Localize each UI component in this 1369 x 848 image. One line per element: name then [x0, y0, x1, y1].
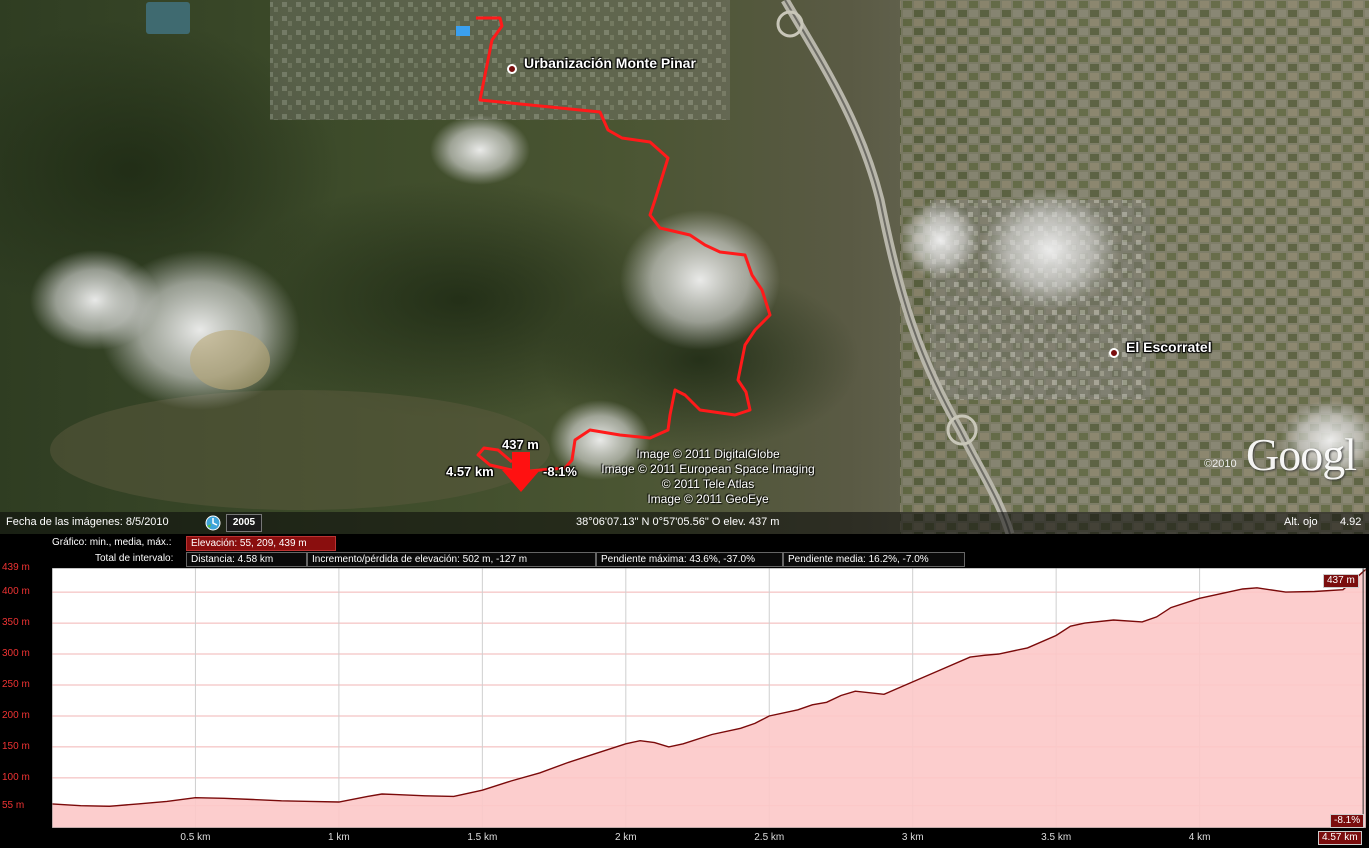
- interval-max-slope: Pendiente máxima: 43.6%, -37.0%: [596, 552, 783, 567]
- elevation-stats: Elevación: 55, 209, 439 m: [186, 536, 336, 551]
- place-pin-icon[interactable]: [507, 64, 517, 74]
- google-logo: Googl: [1246, 429, 1357, 480]
- attribution-line: Image © 2011 GeoEye: [647, 492, 769, 506]
- marker-distance: 4.57 km: [446, 464, 494, 479]
- elevation-chart[interactable]: [51, 567, 1367, 829]
- place-label[interactable]: Urbanización Monte Pinar: [524, 55, 696, 71]
- x-tick-label: 2.5 km: [754, 832, 785, 843]
- x-tick-label: 3 km: [901, 832, 924, 843]
- interval-label: Total de intervalo:: [95, 553, 174, 564]
- y-tick-label: 100 m: [2, 771, 30, 783]
- marker-elevation: 437 m: [502, 437, 539, 452]
- imagery-attribution: Image © 2011 DigitalGlobe Image © 2011 E…: [590, 447, 826, 507]
- y-tick-label: 400 m: [2, 586, 30, 598]
- place-pin-icon[interactable]: [1109, 348, 1119, 358]
- marker-slope: -8.1%: [543, 464, 577, 479]
- y-tick-label: 250 m: [2, 679, 30, 690]
- x-tick-label: 3.5 km: [1041, 832, 1072, 843]
- y-tick-label: 300 m: [2, 648, 30, 660]
- eye-altitude-label: Alt. ojo: [1284, 516, 1318, 528]
- x-tick-label: 2 km: [614, 832, 637, 843]
- graph-label: Gráfico: min., media, máx.:: [52, 537, 172, 548]
- elevation-profile-panel[interactable]: Gráfico: min., media, máx.: Elevación: 5…: [0, 534, 1369, 848]
- satellite-map[interactable]: Urbanización Monte Pinar El Escorratel 4…: [0, 0, 1369, 534]
- elevation-chart-svg[interactable]: [51, 567, 1367, 829]
- y-tick-label: 200 m: [2, 709, 30, 721]
- cursor-slope-badge: -8.1%: [1330, 814, 1365, 828]
- attribution-line: © 2011 Tele Atlas: [661, 477, 755, 491]
- imagery-date: Fecha de las imágenes: 8/5/2010: [6, 516, 169, 528]
- x-tick-label: 1.5 km: [467, 832, 498, 843]
- interval-distance: Distancia: 4.58 km: [186, 552, 307, 567]
- interval-gain-loss: Incremento/pérdida de elevación: 502 m, …: [307, 552, 596, 567]
- attribution-line: Image © 2011 DigitalGlobe: [636, 447, 780, 461]
- status-bar: Fecha de las imágenes: 8/5/2010 2005 38°…: [0, 512, 1369, 534]
- historical-year-button[interactable]: 2005: [226, 514, 262, 532]
- x-tick-label: 0.5 km: [180, 832, 211, 843]
- logo-year: ©2010: [1204, 458, 1237, 470]
- x-tick-label: 1 km: [328, 832, 350, 843]
- y-tick-label: 350 m: [2, 617, 30, 629]
- interval-avg-slope: Pendiente media: 16.2%, -7.0%: [783, 552, 965, 567]
- y-tick-label: 55 m: [2, 799, 25, 811]
- place-label[interactable]: El Escorratel: [1126, 339, 1212, 355]
- y-tick-label: 439 m: [2, 562, 30, 573]
- cursor-coordinates: 38°06'07.13" N 0°57'05.56" O elev. 437 m: [576, 516, 780, 528]
- cursor-elevation-badge: 437 m: [1323, 574, 1359, 588]
- attribution-line: Image © 2011 European Space Imaging: [601, 462, 815, 476]
- historical-imagery-clock-icon[interactable]: [205, 515, 221, 531]
- x-tick-label: 4 km: [1188, 832, 1211, 843]
- cursor-distance-badge: 4.57 km: [1318, 831, 1362, 845]
- eye-altitude-value: 4.92: [1340, 516, 1362, 528]
- y-tick-label: 150 m: [2, 740, 30, 752]
